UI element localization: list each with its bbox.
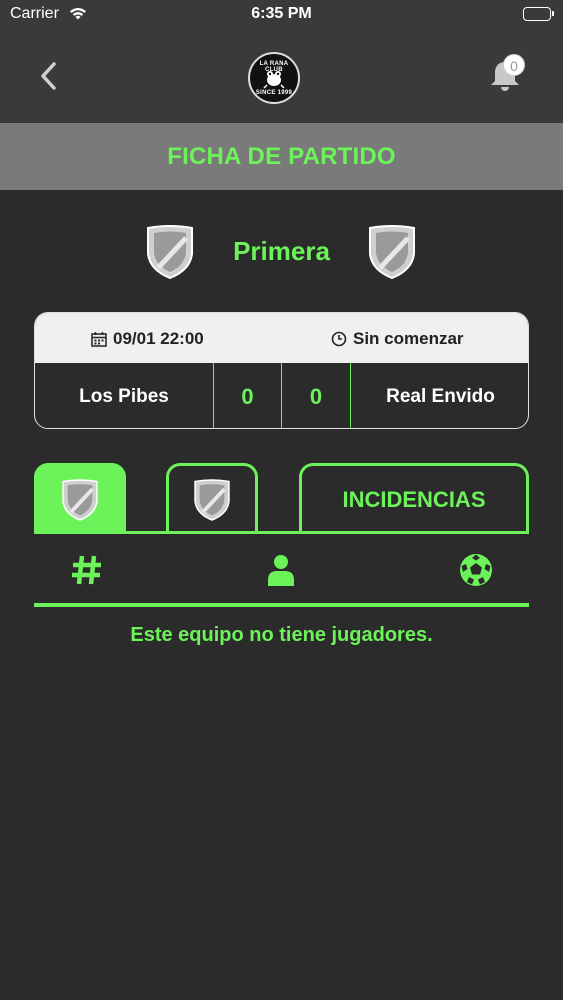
away-score: 0 — [282, 363, 351, 428]
hash-icon — [72, 555, 101, 585]
status-bar: Carrier 6:35 PM — [0, 0, 563, 28]
logo-top-text: LA RANA CLUB — [259, 61, 289, 73]
empty-players-message: Este equipo no tiene jugadores. — [130, 624, 433, 646]
tab-underline — [34, 531, 529, 534]
club-logo: LA RANA CLUB SINCE 1999 — [248, 52, 300, 104]
back-button[interactable] — [34, 58, 66, 94]
logo-bottom-text: SINCE 1999 — [255, 90, 293, 96]
score-row: Los Pibes 0 0 Real Envido — [35, 363, 528, 428]
home-team-name: Los Pibes — [79, 385, 169, 407]
tab-incidents[interactable]: INCIDENCIAS — [299, 463, 529, 533]
tab-incidents-label: INCIDENCIAS — [342, 486, 486, 512]
match-info-row: 09/01 22:00 Sin comenzar — [35, 313, 528, 363]
away-team-name: Real Envido — [386, 385, 495, 407]
division-label: Primera — [233, 236, 330, 266]
battery-icon — [523, 7, 554, 21]
tab-home-team[interactable] — [34, 463, 126, 533]
away-shield-icon — [369, 225, 415, 280]
home-shield-icon — [147, 225, 193, 280]
shield-icon — [62, 478, 98, 521]
players-header-divider — [34, 603, 529, 607]
home-score: 0 — [213, 363, 282, 428]
status-time: 6:35 PM — [251, 5, 312, 22]
clock-icon — [331, 331, 347, 347]
match-date-text: 09/01 22:00 — [113, 329, 204, 348]
user-icon — [268, 555, 294, 586]
match-state-text: Sin comenzar — [353, 329, 464, 348]
shield-icon — [194, 478, 230, 521]
calendar-icon — [91, 332, 107, 347]
soccer-ball-icon — [460, 554, 492, 586]
header-bar: FICHA DE PARTIDO — [0, 123, 563, 190]
match-card: 09/01 22:00 Sin comenzar Los Pibes 0 0 R… — [34, 312, 529, 429]
back-chevron-icon — [41, 62, 56, 90]
notification-badge: 0 — [503, 54, 525, 76]
tab-away-team[interactable] — [166, 463, 258, 533]
match-date: 09/01 22:00 — [91, 329, 204, 349]
page-title: FICHA DE PARTIDO — [167, 142, 396, 170]
top-bar: Carrier 6:35 PM LA RANA CLUB SINCE 1999 — [0, 0, 563, 123]
match-state: Sin comenzar — [331, 329, 464, 349]
